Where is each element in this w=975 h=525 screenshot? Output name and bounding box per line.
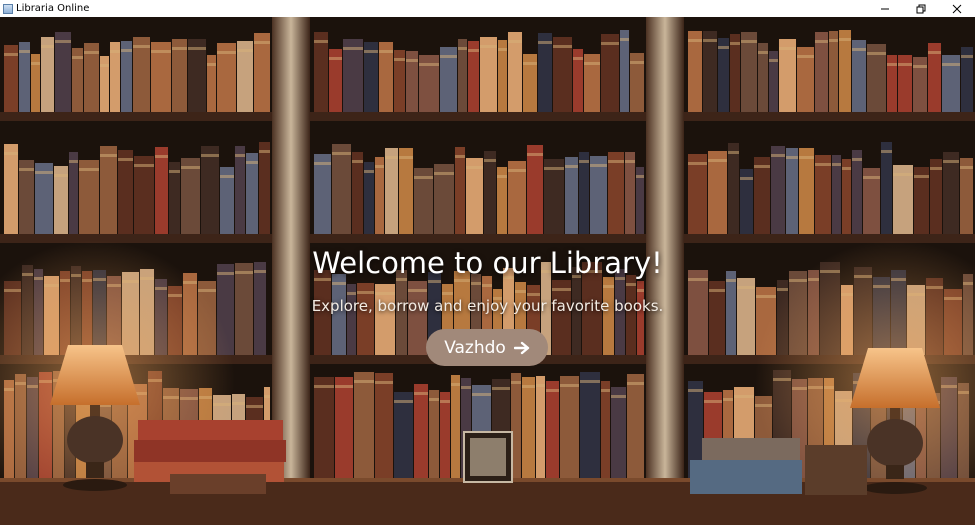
arrow-right-icon [513,341,530,354]
app-window: Libraria Online Welcome to our Library! … [0,0,975,525]
app-icon [3,3,13,14]
close-button[interactable] [939,0,975,17]
continue-button[interactable]: Vazhdo [426,329,548,366]
hero-title: Welcome to our Library! [312,246,663,280]
window-title: Libraria Online [16,3,90,14]
restore-icon [916,4,926,13]
continue-button-label: Vazhdo [444,337,506,358]
title-bar: Libraria Online [0,0,975,17]
restore-button[interactable] [903,0,939,17]
minimize-icon [881,8,889,9]
hero-subtitle: Explore, borrow and enjoy your favorite … [311,297,664,315]
minimize-button[interactable] [867,0,903,17]
hero-section: Welcome to our Library! Explore, borrow … [0,17,975,525]
close-icon [952,4,962,13]
window-controls [867,0,975,17]
